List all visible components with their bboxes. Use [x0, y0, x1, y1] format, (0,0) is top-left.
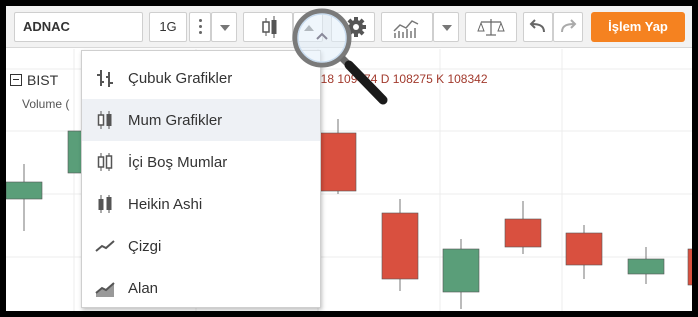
- menu-item-label: İçi Boş Mumlar: [128, 154, 228, 171]
- candlestick-icon: [97, 111, 112, 129]
- menu-item-label: Mum Grafikler: [128, 112, 223, 129]
- vertical-dots-icon: [199, 19, 202, 35]
- candlestick-icon: [262, 16, 277, 38]
- menu-item-line[interactable]: Çizgi: [82, 225, 320, 267]
- candle-body: [627, 258, 665, 275]
- chart-window: ADNAC 1G İşlem Yap BIST Volume (618 109…: [6, 6, 692, 311]
- menu-item-label: Heikin Ashi: [128, 196, 203, 213]
- candle-body: [504, 218, 542, 248]
- chart-type-button[interactable]: [243, 12, 293, 42]
- volume-label: Volume (: [22, 97, 70, 111]
- chevron-down-icon: [442, 25, 452, 31]
- hollow-candle-icon: [97, 153, 113, 171]
- menu-item-area[interactable]: Alan: [82, 267, 320, 309]
- chevron-down-icon: [220, 25, 230, 31]
- scale-icon: [477, 19, 505, 36]
- symbol-legend: BIST: [10, 72, 58, 88]
- candle-body: [442, 248, 480, 293]
- more-options-button[interactable]: [189, 12, 211, 42]
- chart-type-menu: Çubuk Grafikler Mum Grafikler İçi Boş Mu…: [81, 50, 321, 308]
- symbol-title: BIST: [27, 72, 59, 88]
- area-chart-icon: [95, 282, 115, 297]
- menu-item-candlestick[interactable]: Mum Grafikler: [82, 99, 320, 141]
- indicators-dropdown-button[interactable]: [433, 12, 459, 42]
- bar-chart-icon: [97, 70, 113, 87]
- compare-button[interactable]: [465, 12, 517, 42]
- menu-item-label: Çizgi: [128, 238, 162, 255]
- trade-button[interactable]: İşlem Yap: [591, 12, 685, 42]
- undo-button[interactable]: [523, 12, 553, 42]
- symbol-input[interactable]: ADNAC: [14, 12, 143, 42]
- candle-body: [381, 212, 419, 280]
- candle-body: [687, 248, 692, 286]
- interval-dropdown-button[interactable]: [211, 12, 237, 42]
- menu-item-label: Alan: [128, 280, 159, 297]
- candle-body: [565, 232, 603, 266]
- menu-item-bar-chart[interactable]: Çubuk Grafikler: [82, 57, 320, 99]
- candle-body: [6, 181, 43, 200]
- undo-arrow-icon: [529, 19, 545, 33]
- magnifier-icon: [292, 8, 388, 105]
- collapse-icon[interactable]: [10, 74, 22, 86]
- menu-item-label: Çubuk Grafikler: [128, 70, 233, 87]
- heikin-ashi-icon: [98, 195, 112, 213]
- redo-button[interactable]: [553, 12, 583, 42]
- interval-button[interactable]: 1G: [149, 12, 187, 42]
- menu-item-heikin-ashi[interactable]: Heikin Ashi: [82, 183, 320, 225]
- redo-arrow-icon: [561, 19, 577, 33]
- line-chart-icon: [95, 240, 115, 252]
- menu-item-hollow-candles[interactable]: İçi Boş Mumlar: [82, 141, 320, 183]
- candle-body: [319, 132, 357, 192]
